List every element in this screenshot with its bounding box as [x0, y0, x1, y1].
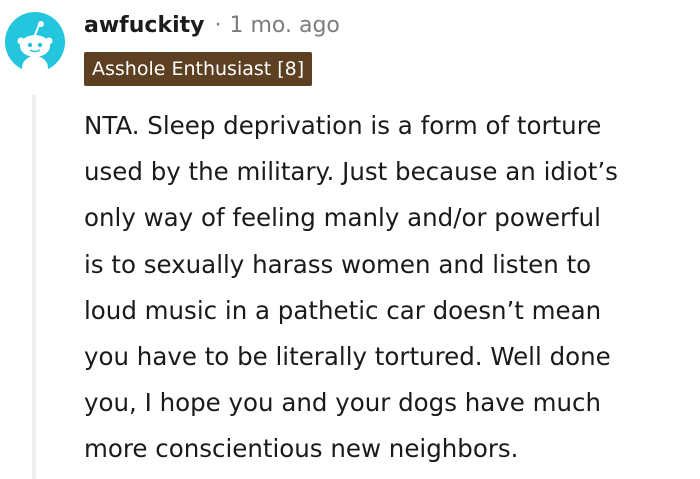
comment-body-line: is to sexually harass women and listen t… — [84, 249, 592, 279]
comment-body-line: NTA. Sleep deprivation is a form of tort… — [84, 111, 602, 140]
comment-header: awfuckity · 1 mo. ago — [84, 8, 340, 42]
timestamp-link[interactable]: 1 mo. ago — [229, 13, 339, 38]
comment: awfuckity · 1 mo. ago Asshole Enthusiast… — [0, 0, 700, 479]
username-link[interactable]: awfuckity — [84, 13, 204, 38]
comment-body-line: more conscientious new neighbors. — [84, 434, 519, 464]
user-flair: Asshole Enthusiast [8] — [84, 52, 313, 86]
comment-body-line: you, I hope you and your dogs have much — [84, 388, 602, 418]
comment-body: NTA. Sleep deprivation is a form of tort… — [84, 103, 694, 473]
thread-collapse-line[interactable] — [32, 95, 36, 479]
comment-body-line: you have to be literally tortured. Well … — [84, 342, 611, 372]
meta-separator: · — [214, 12, 222, 38]
reddit-snoo-avatar-icon — [5, 12, 65, 80]
comment-body-line: used by the military. Just because an id… — [84, 157, 618, 187]
user-avatar[interactable] — [5, 12, 65, 80]
comment-body-line: loud music in a pathetic car doesn’t mea… — [84, 295, 602, 325]
comment-body-line: only way of feeling manly and/or powerfu… — [84, 203, 601, 233]
